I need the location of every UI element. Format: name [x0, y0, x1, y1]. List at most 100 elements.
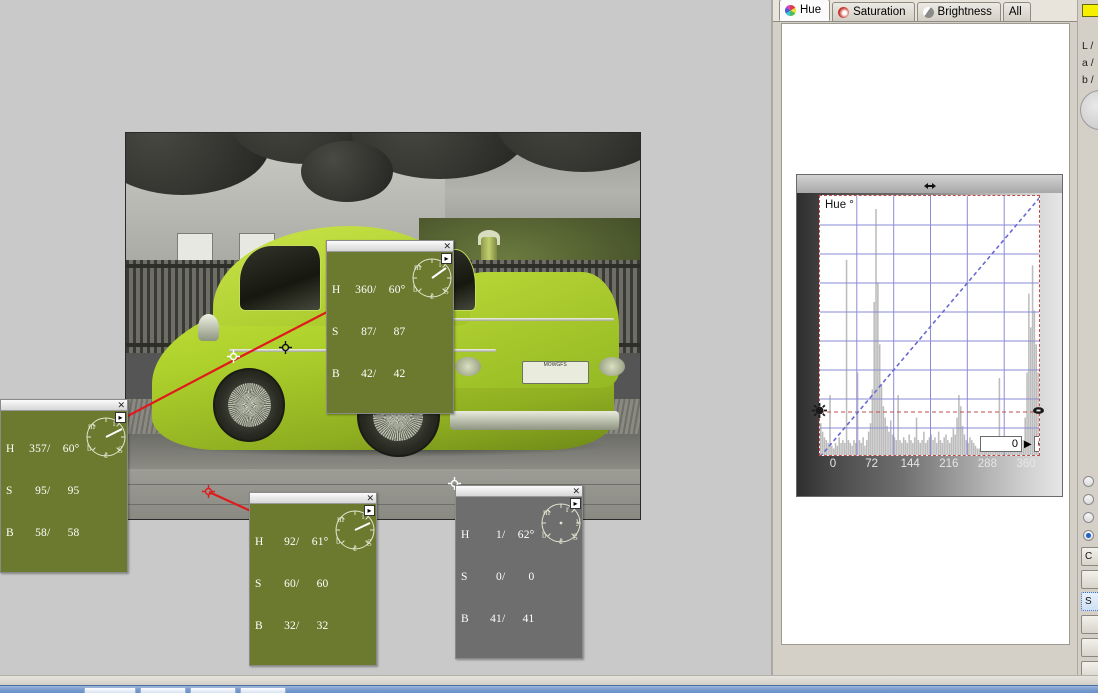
lab-channel-labels: L / a / b / — [1082, 38, 1094, 89]
taskbar[interactable] — [0, 685, 1098, 693]
adjustment-dock: Hue Saturation Brightness All Hue ° 0 ▶ … — [772, 0, 1077, 675]
hue-wheel-icon — [785, 4, 796, 16]
close-icon[interactable]: ✕ — [117, 400, 125, 410]
close-icon[interactable]: ✕ — [443, 241, 451, 251]
wheel-spokes — [227, 382, 272, 428]
color-readout-panel[interactable]: ✕ H 92/ 61° S 60/ 60 B 32/ 32 r g c b m … — [249, 492, 377, 666]
color-swatch[interactable] — [1082, 4, 1098, 17]
range-low-input[interactable]: 0 — [980, 436, 1022, 452]
row-after: 87 — [393, 326, 406, 338]
svg-text:g: g — [573, 530, 578, 540]
taskbar-button[interactable] — [140, 687, 186, 693]
row-label: S — [6, 485, 13, 497]
range-high-input[interactable]: 62 — [1033, 436, 1039, 452]
lab-label-L: L / — [1082, 40, 1094, 52]
car-bumper — [449, 410, 620, 431]
strip-button-4[interactable] — [1081, 615, 1098, 634]
image-canvas-area[interactable]: MOWGFS ✕ H 360/ 60° S 87/ 87 B 42/ 42 r … — [0, 0, 772, 675]
color-readout-panel[interactable]: ✕ H 1/ 62° S 0/ 0 B 41/ 41 r y g c b m ▸ — [455, 485, 583, 659]
car-taillight — [454, 356, 481, 377]
tick-label: 144 — [900, 458, 920, 470]
close-icon[interactable]: ✕ — [366, 493, 374, 503]
radio-option-1[interactable] — [1083, 476, 1094, 487]
tab-hue[interactable]: Hue — [779, 0, 831, 21]
row-before: 60 — [284, 578, 296, 590]
tree-foliage — [300, 140, 394, 203]
row-label: H — [255, 536, 264, 548]
radio-option-3[interactable] — [1083, 512, 1094, 523]
strip-button-6[interactable] — [1081, 661, 1098, 675]
svg-text:m: m — [88, 421, 95, 431]
row-after: 60° — [62, 443, 80, 455]
radio-option-4[interactable] — [1083, 530, 1094, 541]
tab-label: Hue — [800, 4, 822, 16]
taskbar-button[interactable] — [84, 687, 136, 693]
svg-text:b: b — [413, 284, 418, 294]
close-icon[interactable]: ✕ — [572, 486, 580, 496]
car-taillight — [598, 356, 625, 377]
curve-plot-svg — [820, 196, 1039, 455]
expand-icon[interactable]: ▸ — [441, 253, 452, 264]
radio-option-2[interactable] — [1083, 494, 1094, 505]
range-input-group[interactable]: 0 ▶ 62 — [980, 436, 1039, 452]
svg-text:b: b — [336, 536, 341, 546]
strip-button-1[interactable]: C — [1081, 547, 1098, 566]
chrome-trim — [444, 318, 615, 322]
row-label: S — [255, 578, 262, 590]
readout-values: H 92/ 61° S 60/ 60 B 32/ 32 — [255, 536, 329, 632]
row-before: 95 — [35, 485, 47, 497]
lab-label-b: b / — [1082, 74, 1094, 86]
tab-all[interactable]: All — [1002, 2, 1031, 21]
row-before: 1 — [496, 529, 502, 541]
application-window: MOWGFS ✕ H 360/ 60° S 87/ 87 B 42/ 42 r … — [0, 0, 1098, 693]
curve-control-point-start[interactable] — [812, 403, 827, 418]
tab-panel-page: Hue ° 0 ▶ 0 72 144 216 288 360 — [781, 23, 1070, 645]
strip-button-5[interactable] — [1081, 638, 1098, 657]
car-mirror — [197, 314, 219, 342]
tab-brightness[interactable]: Brightness — [916, 2, 1001, 21]
svg-text:c: c — [353, 543, 357, 553]
tab-strip: Hue Saturation Brightness All — [773, 0, 1077, 22]
color-readout-panel[interactable]: ✕ H 360/ 60° S 87/ 87 B 42/ 42 r g c b m… — [326, 240, 454, 414]
readout-titlebar[interactable]: ✕ — [327, 241, 453, 252]
row-before: 360 — [355, 284, 373, 296]
row-before: 42 — [361, 368, 373, 380]
tick-label: 72 — [865, 458, 878, 470]
row-after: 0 — [528, 571, 535, 583]
expand-icon[interactable]: ▸ — [364, 505, 375, 516]
svg-text:y: y — [576, 516, 581, 526]
expand-icon[interactable]: ▸ — [570, 498, 581, 509]
saturation-swatch-icon — [838, 6, 850, 18]
curve-control-point-end[interactable] — [1031, 403, 1046, 418]
tab-label: Brightness — [937, 6, 992, 18]
row-after: 58 — [67, 527, 80, 539]
row-label: H — [332, 284, 341, 296]
hue-curve-widget[interactable]: Hue ° 0 ▶ 0 72 144 216 288 360 — [796, 174, 1063, 497]
readout-values: H 360/ 60° S 87/ 87 B 42/ 42 — [332, 284, 406, 380]
lab-label-a: a / — [1082, 57, 1094, 69]
readout-titlebar[interactable]: ✕ — [250, 493, 376, 504]
taskbar-button[interactable] — [190, 687, 236, 693]
svg-text:m: m — [543, 507, 550, 517]
color-wheel-preview[interactable] — [1080, 90, 1098, 130]
row-before: 0 — [496, 571, 502, 583]
curve-plot-area[interactable]: Hue ° 0 ▶ — [819, 195, 1040, 456]
row-label: B — [332, 368, 340, 380]
readout-titlebar[interactable]: ✕ — [456, 486, 582, 497]
strip-button-3[interactable]: S — [1081, 592, 1098, 611]
svg-text:m: m — [337, 514, 344, 524]
svg-text:m: m — [414, 262, 421, 272]
readout-values: H 357/ 60° S 95/ 95 B 58/ 58 — [6, 443, 80, 539]
row-after: 62° — [517, 529, 535, 541]
row-before: 87 — [361, 326, 373, 338]
expand-icon[interactable]: ▸ — [115, 412, 126, 423]
strip-button-2[interactable] — [1081, 570, 1098, 589]
tab-saturation[interactable]: Saturation — [832, 2, 915, 21]
diamond-handle-icon[interactable] — [922, 178, 938, 189]
svg-text:b: b — [87, 443, 92, 453]
color-readout-panel[interactable]: ✕ H 357/ 60° S 95/ 95 B 58/ 58 r g c b m… — [0, 399, 128, 573]
tick-label: 0 — [829, 458, 837, 470]
taskbar-button[interactable] — [240, 687, 286, 693]
row-label: H — [461, 529, 470, 541]
readout-titlebar[interactable]: ✕ — [1, 400, 127, 411]
